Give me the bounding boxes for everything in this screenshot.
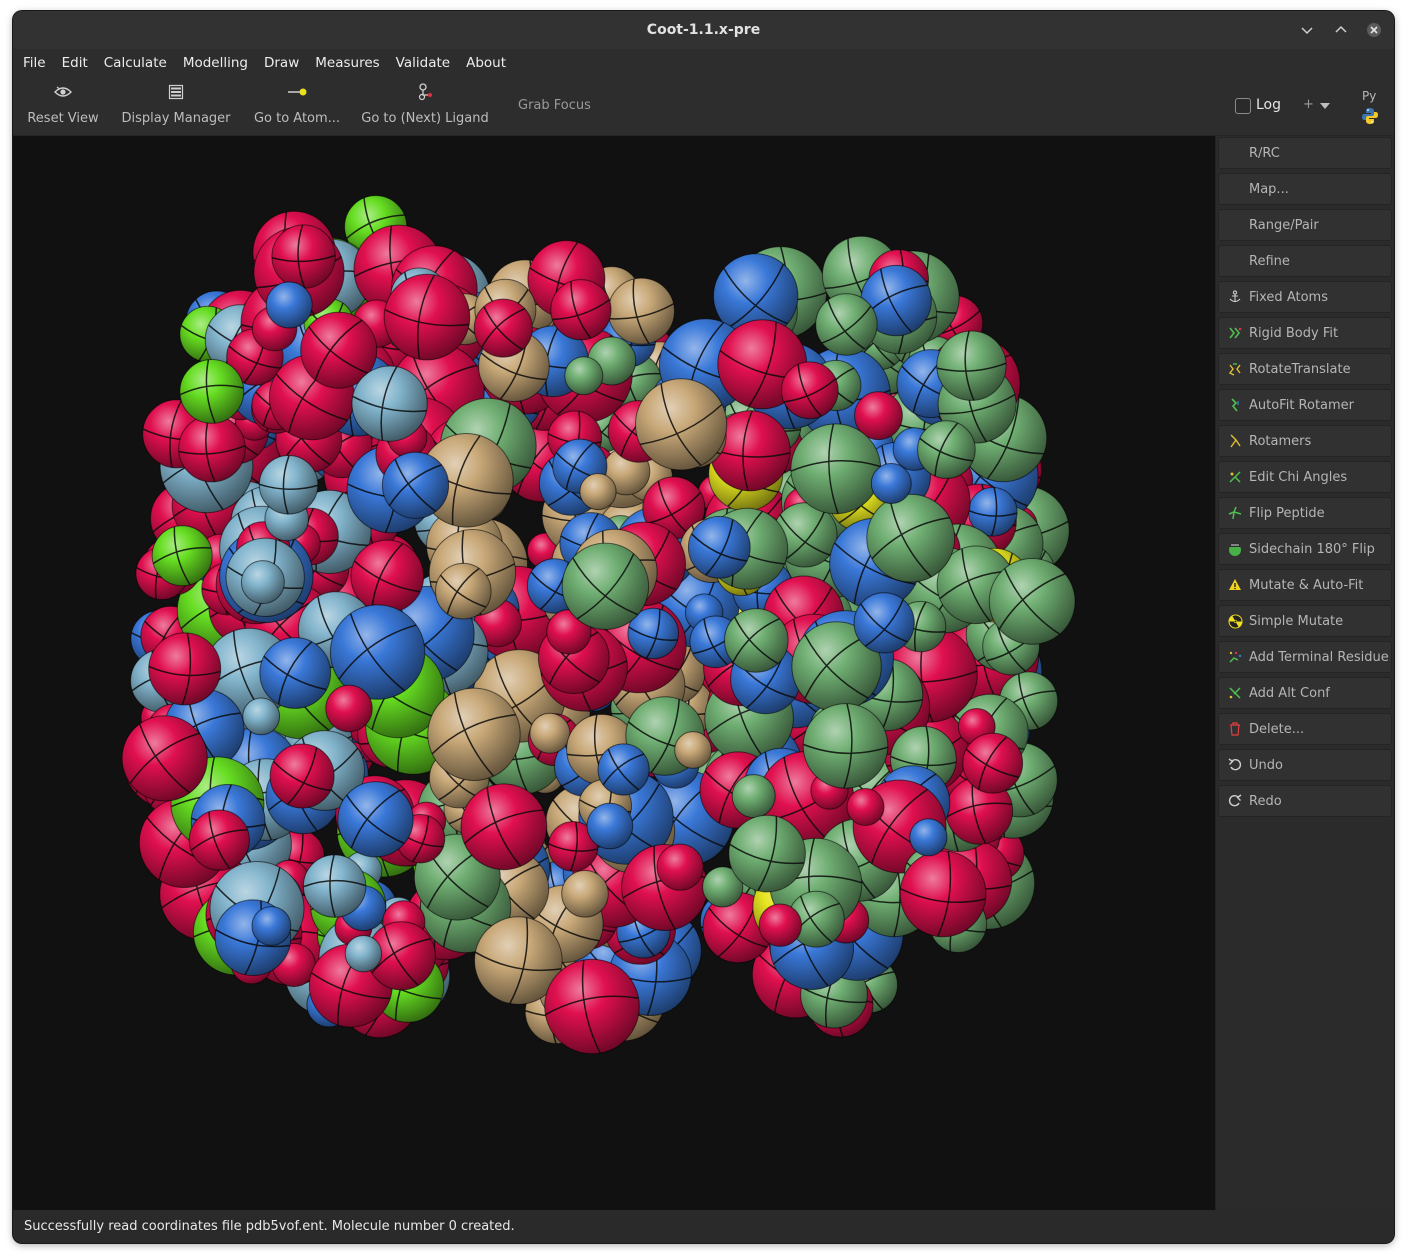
window-title: Coot-1.1.x-pre [646, 22, 761, 38]
anchor-icon [1227, 289, 1243, 305]
undo-icon [1227, 757, 1243, 773]
display-manager-label: Display Manager [121, 111, 231, 126]
menu-edit[interactable]: Edit [54, 49, 96, 77]
go-to-atom-button[interactable]: Go to Atom... [253, 77, 341, 135]
dropdown-arrow-icon[interactable] [1320, 103, 1330, 109]
alt-conf-icon [1227, 685, 1243, 701]
list-icon [168, 77, 184, 107]
atom-sphere [265, 281, 313, 329]
display-manager-button[interactable]: Display Manager [121, 77, 231, 135]
status-message: Successfully read coordinates file pdb5v… [24, 1219, 515, 1234]
undo-button[interactable]: Undo [1218, 749, 1392, 781]
atom-sphere [258, 455, 319, 515]
warning-triangle-icon [1227, 577, 1243, 593]
menu-calculate[interactable]: Calculate [96, 49, 175, 77]
atom-sphere [242, 697, 281, 736]
menu-measures[interactable]: Measures [307, 49, 387, 77]
reset-view-label: Reset View [27, 111, 99, 126]
radiation-icon [1227, 613, 1243, 629]
delete-button[interactable]: Delete... [1218, 713, 1392, 745]
maximize-button[interactable] [1331, 20, 1351, 40]
atom-sphere [325, 684, 373, 733]
atom-sphere [561, 870, 609, 918]
menu-about[interactable]: About [458, 49, 514, 77]
go-to-ligand-button[interactable]: Go to (Next) Ligand [361, 77, 489, 135]
fixed-atoms-button[interactable]: Fixed Atoms [1218, 281, 1392, 313]
atom-sphere [758, 903, 802, 947]
atom-sphere [579, 473, 617, 511]
range-pair-button[interactable]: Range/Pair [1218, 209, 1392, 241]
rotamers-button[interactable]: Rotamers [1218, 425, 1392, 457]
atom-sphere [564, 356, 604, 396]
redo-button[interactable]: Redo [1218, 785, 1392, 817]
sidechain-flip-icon [1227, 541, 1243, 557]
grab-focus-button[interactable]: Grab Focus [518, 98, 591, 113]
chi-angles-icon [1227, 469, 1243, 485]
simple-mutate-button[interactable]: Simple Mutate [1218, 605, 1392, 637]
title-bar: Coot-1.1.x-pre [13, 11, 1394, 49]
menu-bar: File Edit Calculate Modelling Draw Measu… [13, 49, 1394, 77]
add-alt-conf-button[interactable]: Add Alt Conf [1218, 677, 1392, 709]
rigid-body-icon [1227, 325, 1243, 341]
reset-view-button[interactable]: Reset View [27, 77, 99, 135]
rrc-button[interactable]: R/RC [1218, 137, 1392, 169]
atom-sphere [870, 463, 912, 504]
atom-sphere [909, 818, 948, 857]
rotate-translate-icon [1227, 361, 1243, 377]
minimize-button[interactable] [1297, 20, 1317, 40]
atom-sphere [586, 802, 634, 850]
menu-validate[interactable]: Validate [388, 49, 458, 77]
atom-target-icon [286, 77, 308, 107]
atom-sphere [674, 731, 712, 769]
rigid-body-fit-button[interactable]: Rigid Body Fit [1218, 317, 1392, 349]
flip-peptide-button[interactable]: Flip Peptide [1218, 497, 1392, 529]
close-button[interactable] [1364, 20, 1384, 40]
trash-icon [1227, 721, 1243, 737]
log-label: Log [1256, 97, 1282, 113]
terminal-residue-icon [1227, 649, 1243, 665]
autofit-rotamer-icon [1227, 397, 1243, 413]
coot-window: Coot-1.1.x-pre File Edit Calculate Model… [13, 11, 1394, 1243]
autofit-rotamer-button[interactable]: AutoFit Rotamer [1218, 389, 1392, 421]
molecule-viewport[interactable] [13, 136, 1215, 1210]
menu-modelling[interactable]: Modelling [175, 49, 256, 77]
toolbar: Reset View Display Manager Go to Atom...… [13, 77, 1394, 136]
log-checkbox[interactable] [1235, 98, 1251, 114]
python-icon[interactable] [1361, 107, 1379, 125]
ligand-icon [416, 77, 434, 107]
refine-button[interactable]: Refine [1218, 245, 1392, 277]
python-label: Py [1362, 89, 1377, 103]
sidechain-flip-button[interactable]: Sidechain 180° Flip [1218, 533, 1392, 565]
close-icon [1367, 23, 1381, 37]
add-terminal-residue-button[interactable]: Add Terminal Residue [1218, 641, 1392, 673]
eye-icon [54, 77, 72, 107]
modelling-toolbar: R/RC Map... Range/Pair Refine Fixed Atom… [1215, 136, 1394, 1210]
atom-sphere [302, 854, 367, 918]
go-to-ligand-label: Go to (Next) Ligand [361, 111, 489, 126]
go-to-atom-label: Go to Atom... [253, 111, 341, 126]
atom-sphere [251, 906, 292, 946]
atom-sphere [731, 774, 776, 819]
rotamers-icon [1227, 433, 1243, 449]
atom-sphere [656, 843, 704, 891]
flip-peptide-icon [1227, 505, 1243, 521]
menu-file[interactable]: File [13, 49, 54, 77]
rotate-translate-button[interactable]: RotateTranslate [1218, 353, 1392, 385]
molecule-space-fill-render[interactable] [13, 136, 1215, 1210]
atom-sphere [240, 560, 285, 605]
map-button[interactable]: Map... [1218, 173, 1392, 205]
status-bar: Successfully read coordinates file pdb5v… [13, 1210, 1394, 1243]
atom-sphere [846, 788, 885, 826]
add-menu-button[interactable]: + [1303, 97, 1314, 112]
menu-draw[interactable]: Draw [256, 49, 307, 77]
atom-sphere [344, 935, 383, 973]
mutate-autofit-button[interactable]: Mutate & Auto-Fit [1218, 569, 1392, 601]
atom-sphere [529, 712, 571, 754]
chevron-down-icon [1301, 27, 1313, 35]
chevron-up-icon [1335, 25, 1347, 33]
edit-chi-angles-button[interactable]: Edit Chi Angles [1218, 461, 1392, 493]
redo-icon [1227, 793, 1243, 809]
